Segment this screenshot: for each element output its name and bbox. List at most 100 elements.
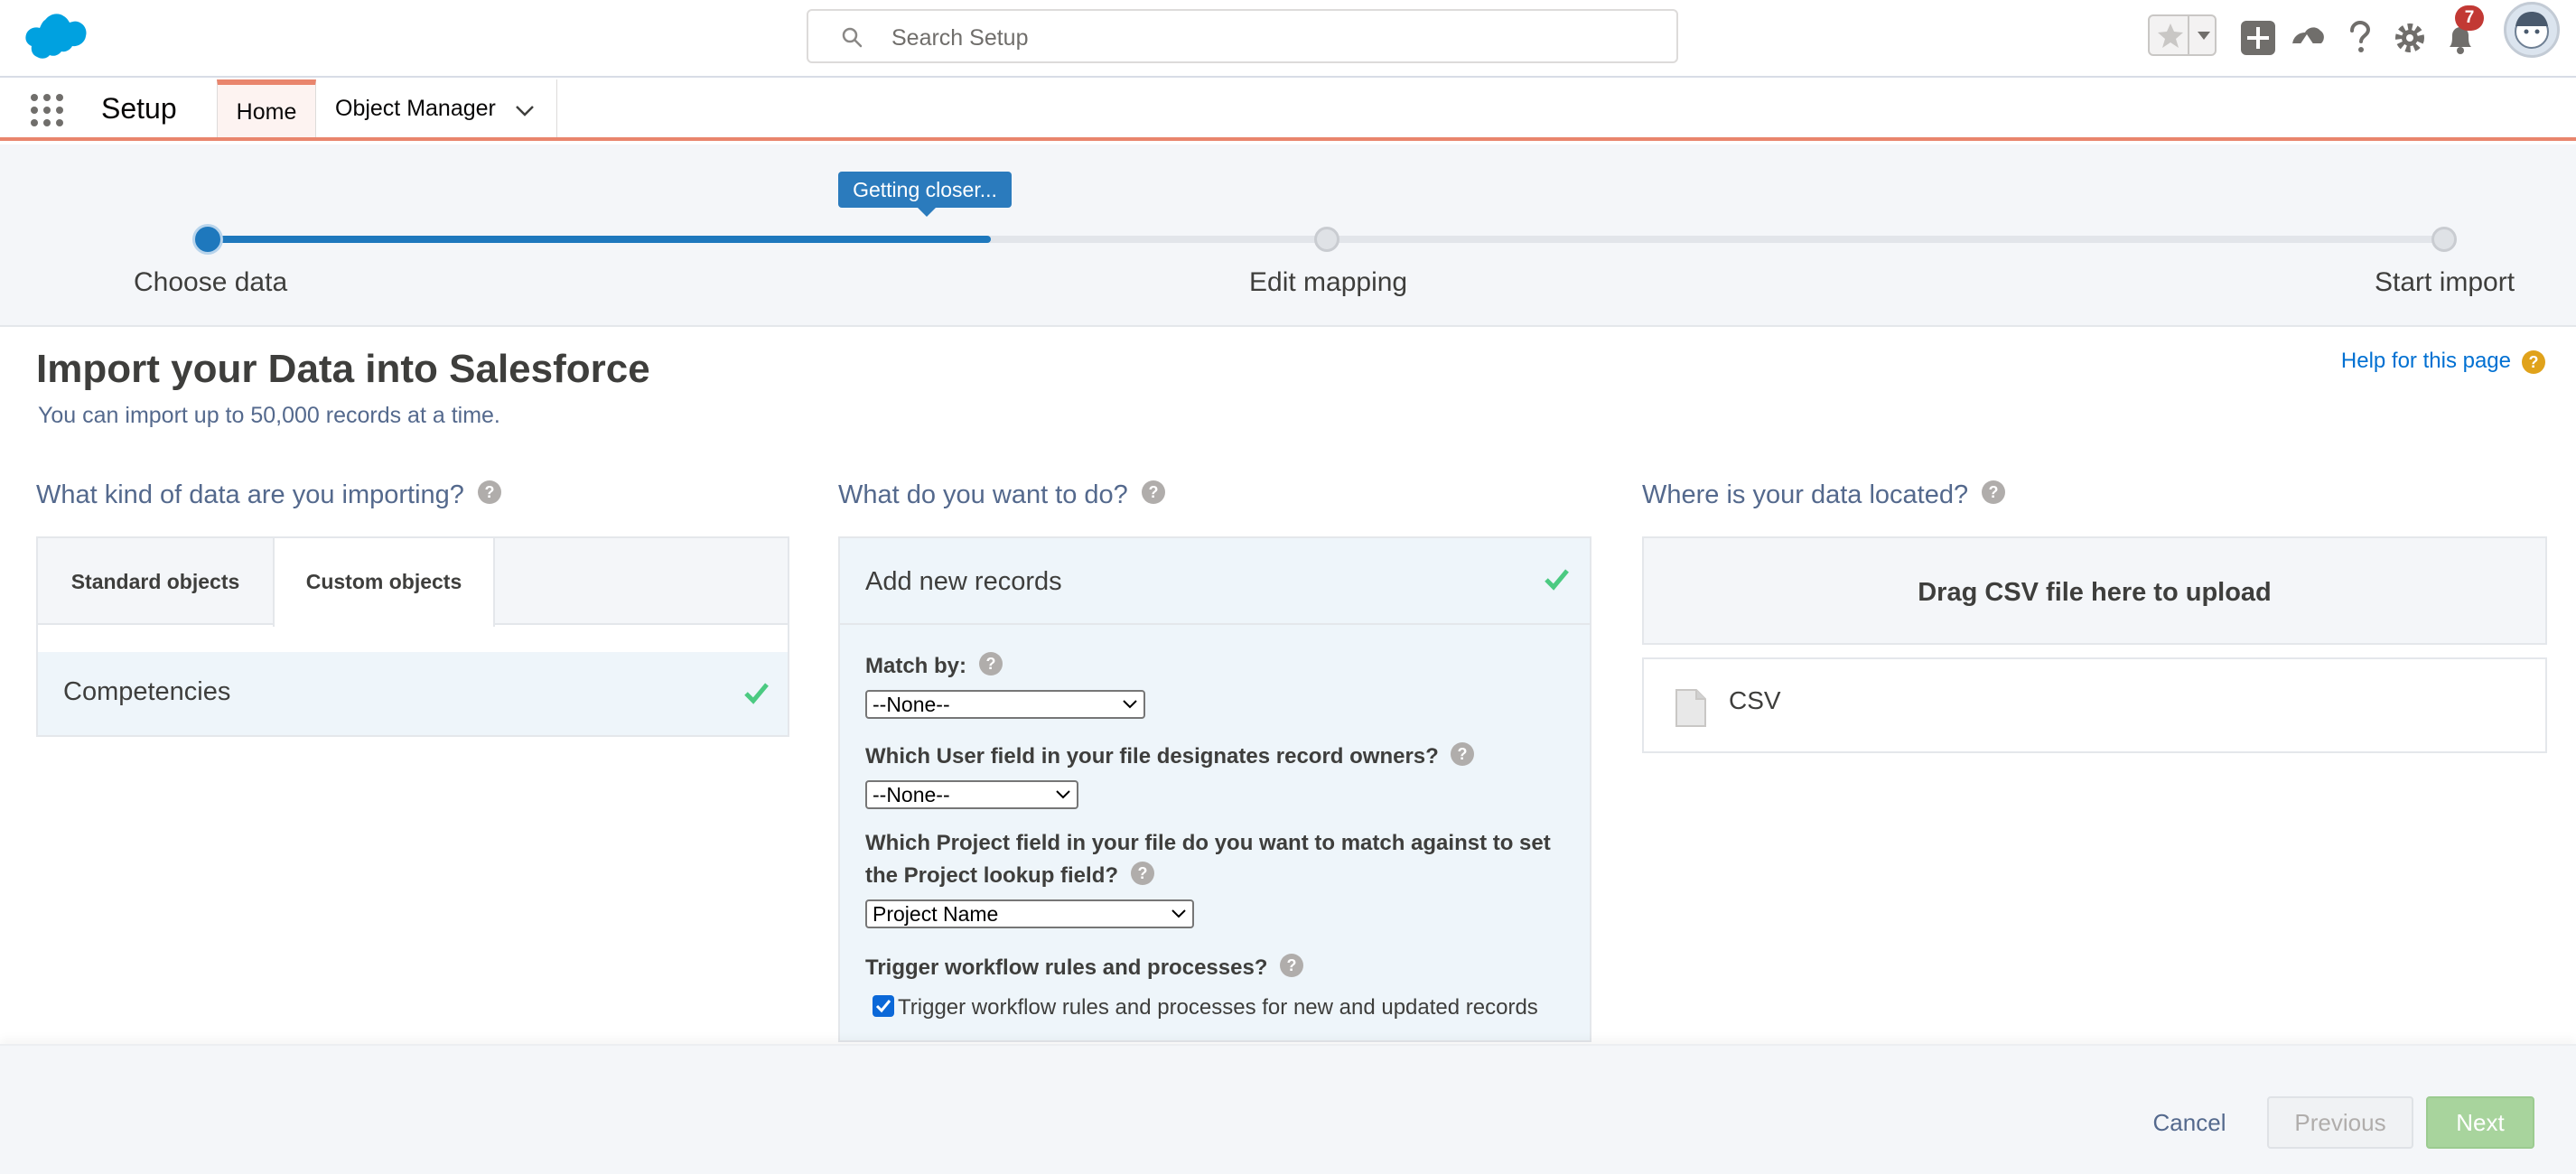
- object-picker: Standard objects Custom objects Competen…: [36, 536, 789, 737]
- notification-badge: 7: [2455, 5, 2484, 31]
- question-icon[interactable]: ?: [978, 651, 1003, 676]
- match-by-value: --None--: [873, 693, 950, 716]
- workflow-label-row: Trigger workflow rules and processes? ?: [865, 952, 1304, 984]
- step-dot-start-import: [2431, 227, 2457, 252]
- next-button[interactable]: Next: [2426, 1096, 2534, 1149]
- owner-label-row: Which User field in your file designates…: [865, 741, 1475, 773]
- chevron-down-icon: [1123, 700, 1137, 709]
- owner-field-label: Which User field in your file designates…: [865, 744, 1439, 769]
- data-kind-title: What kind of data are you importing?: [36, 480, 464, 509]
- owner-field-select[interactable]: --None--: [865, 780, 1078, 809]
- file-icon: [1675, 689, 1706, 727]
- workflow-checkbox[interactable]: [873, 995, 894, 1017]
- gear-icon[interactable]: [2390, 18, 2430, 58]
- chevron-down-icon: [1056, 790, 1070, 799]
- tab-standard-objects[interactable]: Standard objects: [38, 538, 273, 625]
- global-header: Search Setup 7: [0, 0, 2576, 78]
- avatar-face-icon: [2515, 12, 2549, 49]
- match-by-label-row: Match by: ?: [865, 650, 1003, 683]
- data-kind-heading: What kind of data are you importing? ?: [36, 480, 502, 510]
- user-avatar[interactable]: [2504, 2, 2560, 58]
- step-label-choose-data: Choose data: [134, 267, 288, 297]
- previous-button[interactable]: Previous: [2267, 1096, 2413, 1149]
- page-subtitle: You can import up to 50,000 records at a…: [38, 403, 500, 428]
- cancel-button[interactable]: Cancel: [2130, 1096, 2249, 1149]
- project-field-label-line2-row: the Project lookup field? ?: [865, 860, 1551, 892]
- svg-text:?: ?: [485, 483, 495, 501]
- project-field-label-line1: Which Project field in your file do you …: [865, 831, 1551, 855]
- project-field-label-line2: the Project lookup field?: [865, 863, 1119, 888]
- question-icon[interactable]: ?: [1450, 741, 1475, 767]
- question-icon[interactable]: ?: [1130, 861, 1155, 886]
- tab-object-manager[interactable]: Object Manager: [317, 79, 557, 137]
- question-icon[interactable]: ?: [1981, 480, 2006, 505]
- workflow-checkbox-label[interactable]: Trigger workflow rules and processes for…: [898, 995, 1538, 1020]
- object-tabs: Standard objects Custom objects: [38, 538, 788, 627]
- csv-drop-zone[interactable]: Drag CSV file here to upload: [1642, 536, 2547, 645]
- help-icon[interactable]: [2339, 18, 2379, 58]
- star-icon[interactable]: [2155, 20, 2186, 51]
- help-circle-icon[interactable]: ?: [2520, 349, 2547, 376]
- progress-fill: [208, 236, 991, 243]
- drop-zone-label: Drag CSV file here to upload: [1918, 578, 2272, 607]
- search-icon: [842, 27, 863, 48]
- chevron-down-icon[interactable]: [2193, 22, 2215, 49]
- object-item-label: Competencies: [63, 677, 231, 706]
- location-heading: Where is your data located? ?: [1642, 480, 2006, 510]
- source-item-csv[interactable]: CSV: [1642, 657, 2547, 753]
- chevron-down-icon: [1171, 909, 1186, 918]
- import-progress: Getting closer... Choose data Edit mappi…: [0, 144, 2576, 327]
- project-field-value: Project Name: [873, 902, 999, 926]
- help-for-page-link[interactable]: Help for this page: [2341, 349, 2511, 374]
- project-label-row: Which Project field in your file do you …: [865, 827, 1551, 892]
- action-selected-label: Add new records: [865, 567, 1062, 596]
- svg-text:?: ?: [1137, 864, 1147, 882]
- favorites-group: [2148, 14, 2217, 56]
- source-item-label: CSV: [1729, 686, 1781, 714]
- chevron-down-icon[interactable]: [512, 98, 537, 123]
- app-launcher-icon[interactable]: [29, 92, 65, 128]
- svg-text:?: ?: [2529, 353, 2539, 371]
- step-label-start-import: Start import: [2375, 267, 2515, 297]
- favorites-divider: [2188, 16, 2189, 54]
- progress-tooltip: Getting closer...: [838, 172, 1012, 217]
- workflow-label: Trigger workflow rules and processes?: [865, 955, 1268, 980]
- location-title: Where is your data located?: [1642, 480, 1969, 509]
- action-panel: Add new records Match by: ? --None-- Whi…: [838, 536, 1591, 1042]
- match-by-select[interactable]: --None--: [865, 690, 1145, 719]
- question-icon[interactable]: ?: [1141, 480, 1166, 505]
- checkmark-icon: [744, 683, 769, 704]
- wizard-footer: Cancel Previous Next: [0, 1044, 2576, 1174]
- action-title: What do you want to do?: [838, 480, 1128, 509]
- object-item-competencies[interactable]: Competencies: [38, 652, 788, 735]
- svg-text:?: ?: [1287, 956, 1297, 974]
- app-name: Setup: [101, 92, 177, 125]
- app-nav-bar: Setup Home Object Manager: [0, 79, 2576, 141]
- trailhead-icon[interactable]: [2287, 18, 2327, 58]
- match-by-label: Match by:: [865, 654, 967, 678]
- tab-home-label: Home: [236, 99, 297, 125]
- action-add-new-records[interactable]: Add new records: [840, 538, 1590, 625]
- svg-text:?: ?: [1458, 745, 1468, 763]
- global-create-icon[interactable]: [2238, 18, 2278, 58]
- svg-text:?: ?: [1148, 483, 1158, 501]
- step-label-edit-mapping: Edit mapping: [1249, 267, 1408, 297]
- page-title: Import your Data into Salesforce: [36, 347, 650, 391]
- step-dot-choose-data: [195, 227, 220, 252]
- search-placeholder: Search Setup: [891, 25, 1029, 51]
- question-icon[interactable]: ?: [1279, 953, 1304, 978]
- svg-text:?: ?: [985, 655, 995, 673]
- project-field-select[interactable]: Project Name: [865, 899, 1194, 928]
- tab-object-manager-label: Object Manager: [335, 96, 496, 121]
- step-dot-edit-mapping: [1314, 227, 1339, 252]
- checkbox-check-icon: [875, 1000, 891, 1013]
- salesforce-cloud-logo[interactable]: [16, 13, 87, 61]
- tab-custom-objects[interactable]: Custom objects: [273, 538, 495, 627]
- action-heading: What do you want to do? ?: [838, 480, 1166, 510]
- question-icon[interactable]: ?: [477, 480, 502, 505]
- tab-home[interactable]: Home: [217, 79, 316, 137]
- search-setup-input[interactable]: Search Setup: [807, 9, 1678, 63]
- svg-text:?: ?: [1989, 483, 1999, 501]
- checkmark-icon: [1545, 569, 1569, 591]
- owner-field-value: --None--: [873, 783, 950, 806]
